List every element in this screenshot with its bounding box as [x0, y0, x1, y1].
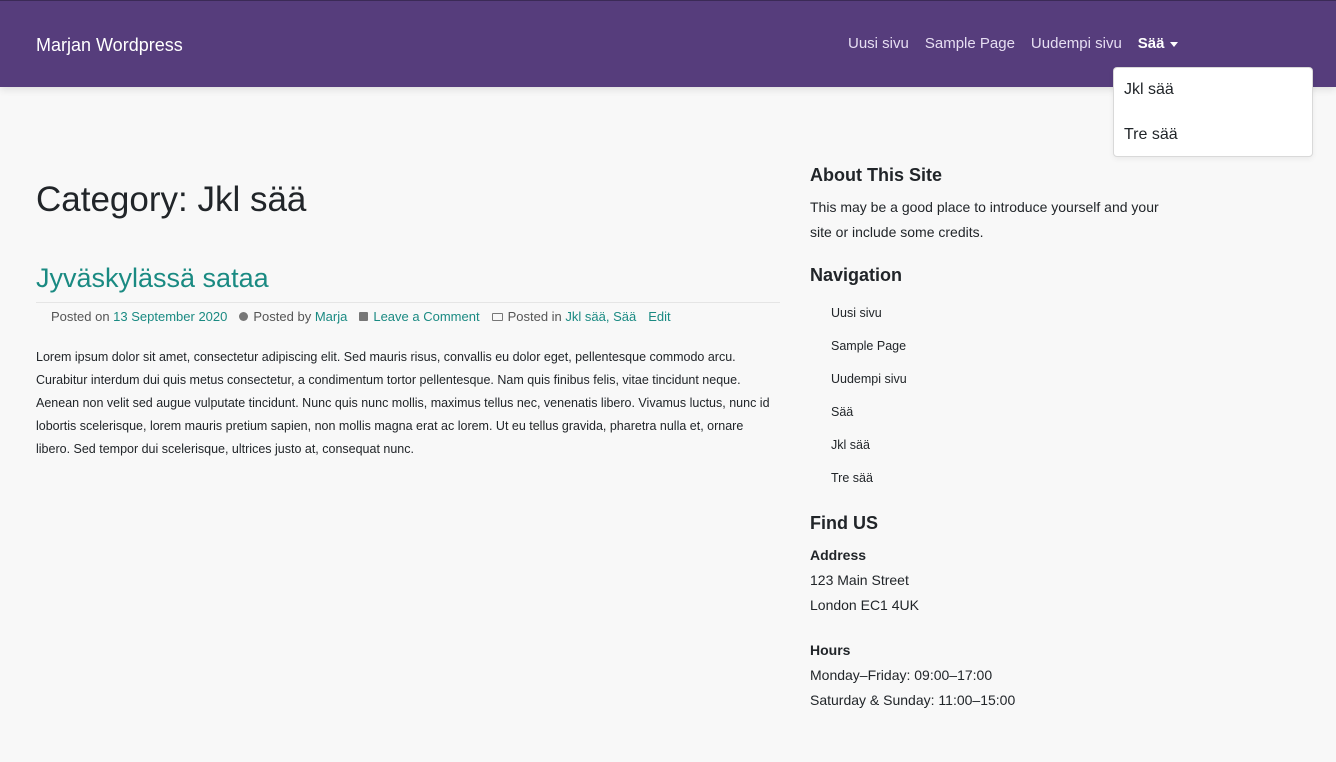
- post-title-link[interactable]: Jyväskylässä sataa: [36, 263, 269, 293]
- dropdown-menu: Jkl sää Tre sää: [1113, 67, 1313, 157]
- address-line-1: 123 Main Street: [810, 572, 909, 588]
- sidebar-link-uudempi-sivu[interactable]: Uudempi sivu: [831, 372, 907, 386]
- sidebar: About This Site This may be a good place…: [810, 163, 1170, 713]
- navigation-widget-title: Navigation: [810, 265, 903, 285]
- list-item: Uusi sivu: [831, 297, 1170, 330]
- nav-dropdown-saa[interactable]: Sää: [1138, 35, 1178, 53]
- sidebar-link-uusi-sivu[interactable]: Uusi sivu: [831, 306, 882, 320]
- address-line-2: London EC1 4UK: [810, 597, 919, 613]
- post-meta: Posted on 13 September 2020 Posted by Ma…: [36, 302, 780, 324]
- list-item: Uudempi sivu: [831, 363, 1170, 396]
- navigation-widget-list: Uusi sivu Sample Page Uudempi sivu Sää J…: [810, 297, 1170, 495]
- about-widget-title: About This Site: [810, 165, 942, 185]
- dropdown-item-jkl-saa[interactable]: Jkl sää: [1114, 78, 1312, 123]
- main-content: Category: Jkl sää Jyväskylässä sataa Pos…: [36, 180, 780, 461]
- nav-link-uusi-sivu[interactable]: Uusi sivu: [848, 35, 909, 53]
- user-icon: [239, 312, 249, 321]
- site-brand-link[interactable]: Marjan Wordpress: [36, 35, 183, 56]
- leave-comment-link[interactable]: Leave a Comment: [373, 309, 479, 324]
- hours-line-2: Saturday & Sunday: 11:00–15:00: [810, 692, 1016, 708]
- post-title: Jyväskylässä sataa: [36, 262, 780, 294]
- post-categories-link[interactable]: Jkl sää, Sää: [565, 309, 636, 324]
- dropdown-item-tre-saa[interactable]: Tre sää: [1114, 123, 1312, 168]
- list-item: Jkl sää: [831, 429, 1170, 462]
- sidebar-link-tre-saa[interactable]: Tre sää: [831, 471, 873, 485]
- posted-on-label: Posted on: [51, 309, 110, 324]
- nav-link-sample-page[interactable]: Sample Page: [925, 35, 1015, 53]
- folder-icon: [491, 312, 503, 321]
- find-us-widget-title: Find US: [810, 513, 878, 533]
- hours-label: Hours: [810, 642, 851, 658]
- hours-line-1: Monday–Friday: 09:00–17:00: [810, 667, 993, 683]
- primary-nav: Uusi sivu Sample Page Uudempi sivu Sää: [848, 35, 1178, 53]
- list-item: Sää: [831, 396, 1170, 429]
- caret-down-icon: [1169, 42, 1178, 47]
- post-date-link[interactable]: 13 September 2020: [113, 309, 227, 324]
- sidebar-link-jkl-saa[interactable]: Jkl sää: [831, 438, 870, 452]
- nav-dropdown-label: Sää: [1137, 35, 1165, 52]
- sidebar-link-sample-page[interactable]: Sample Page: [831, 339, 906, 353]
- address-label: Address: [810, 547, 867, 563]
- post-body: Lorem ipsum dolor sit amet, consectetur …: [36, 350, 770, 456]
- nav-link-uudempi-sivu[interactable]: Uudempi sivu: [1031, 35, 1122, 53]
- comment-icon: [359, 312, 369, 321]
- list-item: Sample Page: [831, 330, 1170, 363]
- post-author-link[interactable]: Marja: [315, 309, 348, 324]
- sidebar-link-saa[interactable]: Sää: [831, 405, 853, 419]
- about-widget-text: This may be a good place to introduce yo…: [810, 199, 1159, 240]
- posted-in-label: Posted in: [507, 309, 562, 324]
- archive-title: Category: Jkl sää: [36, 180, 307, 219]
- list-item: Tre sää: [831, 462, 1170, 495]
- posted-by-label: Posted by: [253, 309, 312, 324]
- edit-post-link[interactable]: Edit: [648, 309, 670, 324]
